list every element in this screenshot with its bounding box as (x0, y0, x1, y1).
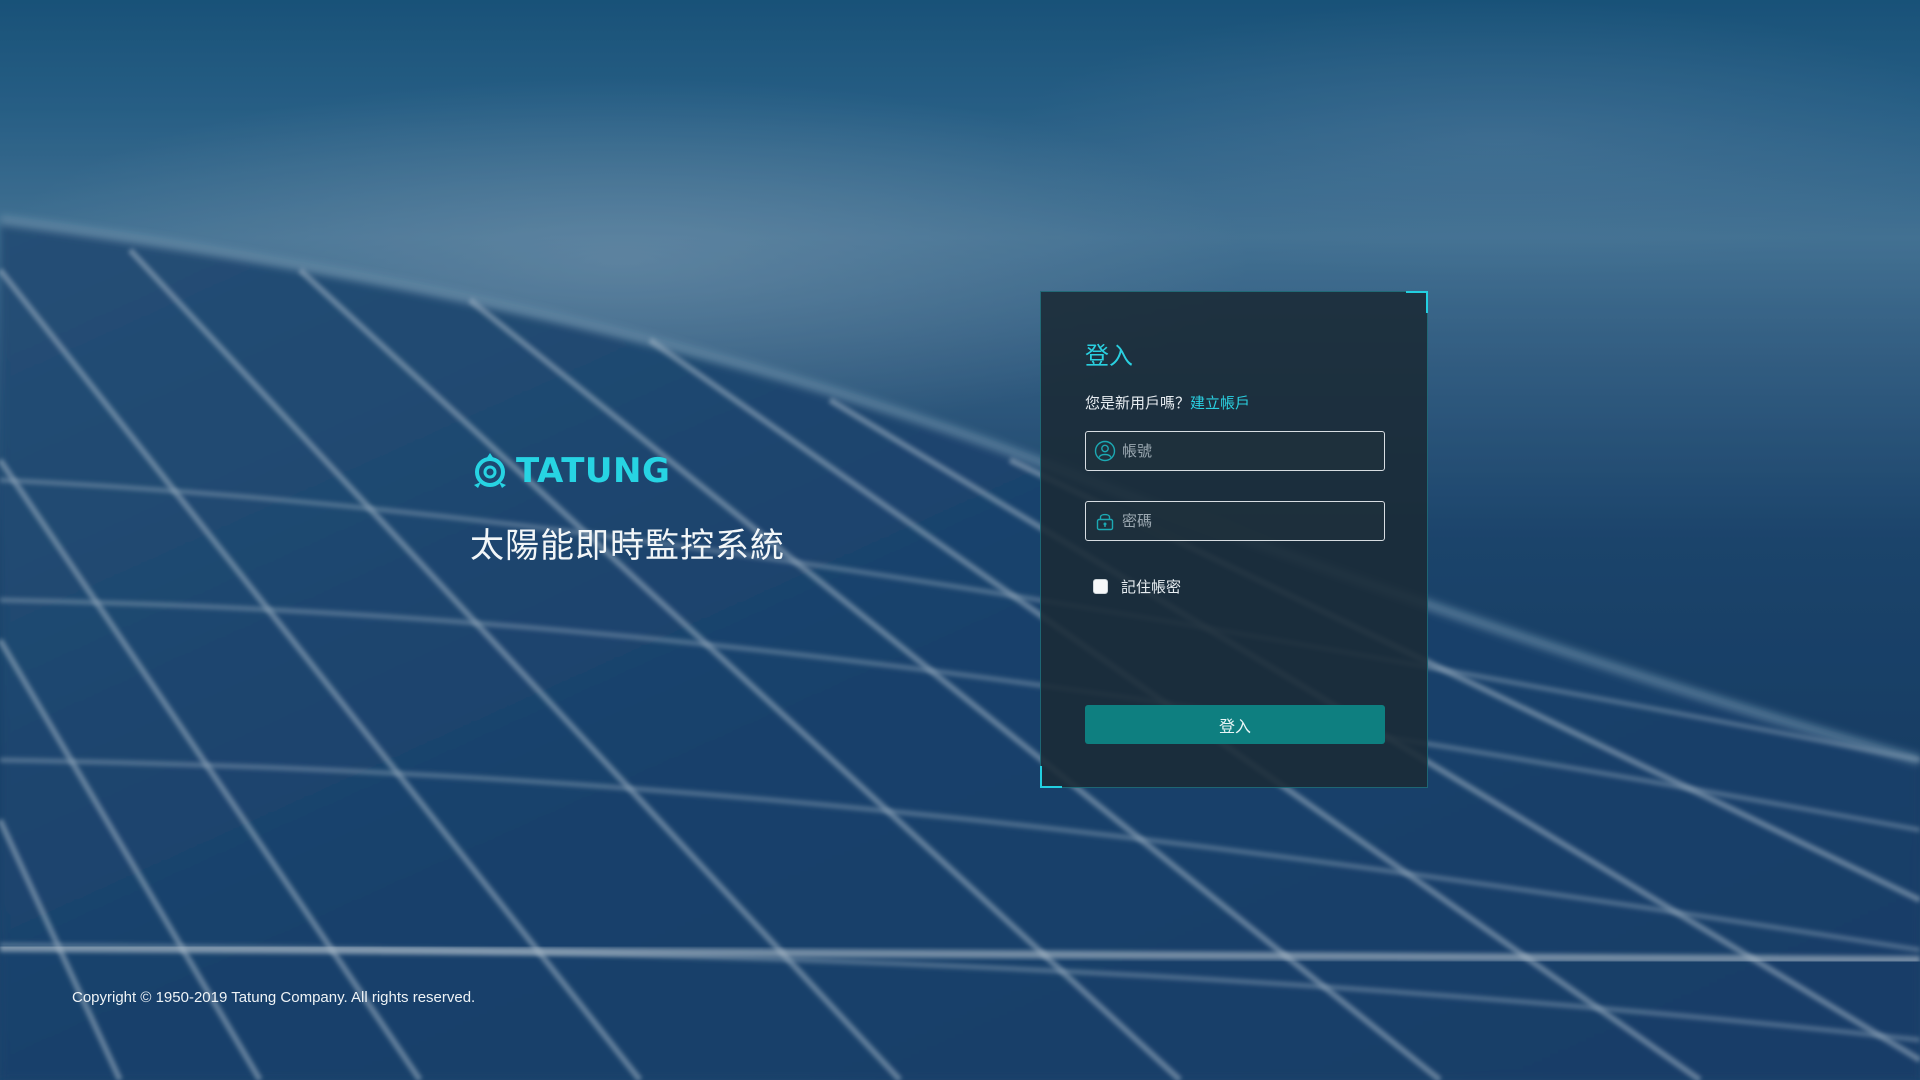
login-title: 登入 (1085, 342, 1133, 370)
logo-text: TATUNG (516, 451, 671, 491)
remember-me: 記住帳密 (1093, 576, 1181, 597)
login-page: TATUNG 太陽能即時監控系統 登入 您是新用戶嗎？建立帳戶 帳號 記住帳密 … (0, 0, 1920, 1080)
card-corner-accent-top-right (1406, 291, 1428, 313)
brand-block: TATUNG 太陽能即時監控系統 (470, 448, 850, 567)
card-corner-accent-bottom-left (1040, 766, 1062, 788)
username-field[interactable] (1085, 431, 1385, 471)
password-field[interactable] (1085, 501, 1385, 541)
tatung-logo-icon (474, 453, 506, 488)
lock-icon (1096, 513, 1114, 531)
login-card: 登入 您是新用戶嗎？建立帳戶 記住帳密 登入 (1040, 291, 1428, 788)
signup-prompt: 您是新用戶嗎？ (1085, 394, 1191, 412)
login-button[interactable]: 登入 (1085, 705, 1385, 744)
remember-me-label: 記住帳密 (1121, 578, 1182, 596)
user-icon (1094, 440, 1116, 462)
background-overlay (0, 0, 1920, 1080)
signup-prompt-row: 您是新用戶嗎？建立帳戶 (1085, 392, 1250, 413)
remember-me-checkbox[interactable] (1093, 579, 1108, 594)
username-input[interactable] (1116, 431, 1384, 471)
copyright-text: Copyright © 1950-2019 Tatung Company. Al… (72, 989, 476, 1006)
tatung-logo: TATUNG (470, 448, 850, 494)
create-account-link[interactable]: 建立帳戶 (1190, 394, 1250, 412)
password-input[interactable] (1116, 501, 1384, 541)
system-title: 太陽能即時監控系統 (470, 526, 785, 566)
